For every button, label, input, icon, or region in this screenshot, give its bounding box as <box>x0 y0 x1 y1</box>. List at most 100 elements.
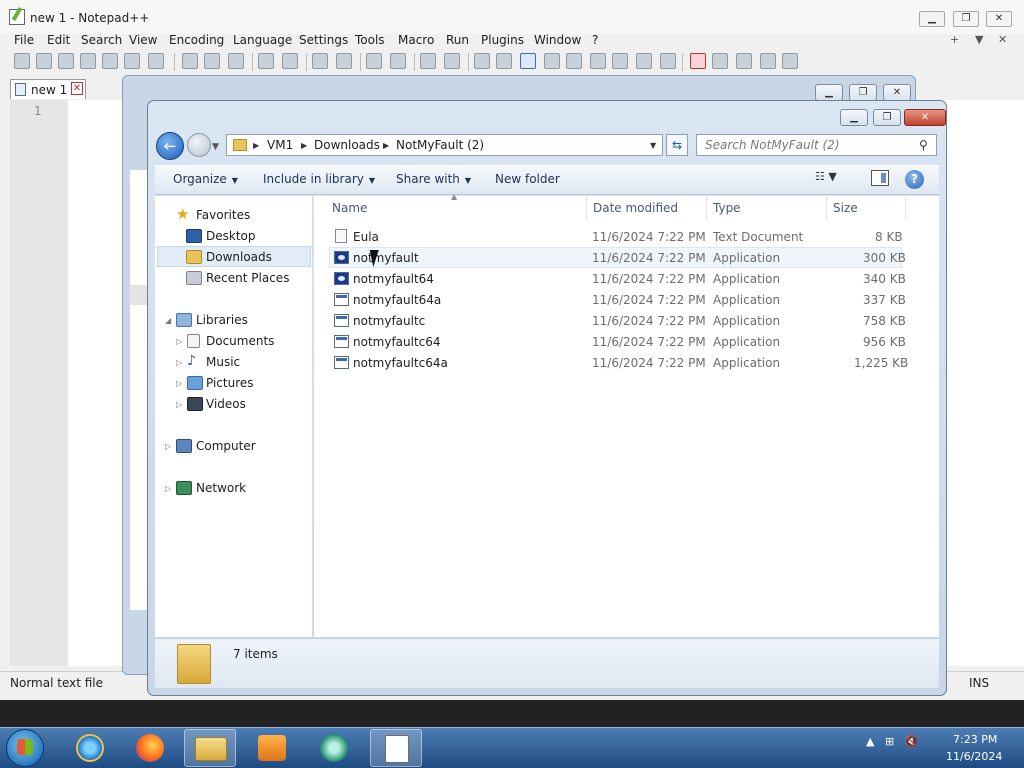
expand-arrow-icon[interactable]: ▷ <box>176 379 182 388</box>
nav-downloads[interactable]: Downloads <box>206 250 272 264</box>
find-icon[interactable] <box>312 53 328 69</box>
nav-libraries[interactable]: Libraries <box>196 313 248 327</box>
menu-edit[interactable]: Edit <box>47 33 70 47</box>
nav-pictures[interactable]: Pictures <box>206 376 254 390</box>
replace-icon[interactable] <box>336 53 352 69</box>
search-icon[interactable]: ⚲ <box>919 138 928 152</box>
menu-run[interactable]: Run <box>446 33 469 47</box>
tab-new-1[interactable]: new 1 ✕ <box>10 79 86 99</box>
notepad-maximize-button[interactable]: ❐ <box>953 11 979 27</box>
expand-arrow-icon[interactable]: ▷ <box>176 337 182 346</box>
close-icon[interactable] <box>102 53 118 69</box>
nav-computer[interactable]: Computer <box>196 439 256 453</box>
monitoring-icon[interactable] <box>660 53 676 69</box>
new-tab-icon[interactable]: + <box>950 33 959 46</box>
nav-network[interactable]: Network <box>196 481 246 495</box>
file-name[interactable]: notmyfault64 <box>353 272 434 286</box>
ghost-minimize-button[interactable]: ▁ <box>815 84 843 101</box>
show-all-chars-icon[interactable] <box>496 53 512 69</box>
nav-favorites[interactable]: Favorites <box>196 208 250 222</box>
column-header-date-modified[interactable]: Date modified <box>593 201 678 215</box>
cut-icon[interactable] <box>182 53 198 69</box>
udl-icon[interactable] <box>544 53 560 69</box>
ghost-maximize-button[interactable]: ❐ <box>849 84 877 101</box>
organize-button[interactable]: Organize ▼ <box>173 172 238 186</box>
function-list-icon[interactable] <box>612 53 628 69</box>
notepad-close-button[interactable]: ✕ <box>986 11 1012 27</box>
redo-icon[interactable] <box>282 53 298 69</box>
file-name[interactable]: notmyfault <box>353 251 419 265</box>
preview-pane-icon[interactable] <box>871 170 889 186</box>
expand-arrow-icon[interactable]: ▷ <box>165 442 171 451</box>
taskbar-app-circle[interactable] <box>308 729 360 767</box>
ghost-close-button[interactable]: ✕ <box>883 84 911 101</box>
notepad-minimize-button[interactable]: ▁ <box>919 11 945 27</box>
menu-tools[interactable]: Tools <box>355 33 385 47</box>
search-box[interactable]: Search NotMyFault (2) ⚲ <box>696 134 937 156</box>
nav-documents[interactable]: Documents <box>206 334 274 348</box>
refresh-button[interactable]: ⇆ <box>666 134 688 156</box>
menu-macro[interactable]: Macro <box>398 33 434 47</box>
breadcrumb-downloads[interactable]: Downloads <box>314 138 380 152</box>
file-name[interactable]: notmyfaultc64a <box>353 356 448 370</box>
menu-plugins[interactable]: Plugins <box>481 33 524 47</box>
explorer-minimize-button[interactable]: ▁ <box>840 109 868 126</box>
indent-guide-icon[interactable] <box>520 53 536 69</box>
breadcrumb-current-folder[interactable]: NotMyFault (2) <box>396 138 484 152</box>
change-view-button[interactable]: ☷ ▼ <box>815 170 855 188</box>
file-name[interactable]: notmyfaultc <box>353 314 425 328</box>
column-header-size[interactable]: Size <box>833 201 858 215</box>
doc-list-icon[interactable] <box>590 53 606 69</box>
menu-search[interactable]: Search <box>81 33 122 47</box>
nav-videos[interactable]: Videos <box>206 397 246 411</box>
undo-icon[interactable] <box>258 53 274 69</box>
clock-time[interactable]: 7:23 PM <box>953 733 997 746</box>
share-with-button[interactable]: Share with ▼ <box>396 172 471 186</box>
save-icon[interactable] <box>58 53 74 69</box>
file-name[interactable]: Eula <box>353 230 379 244</box>
explorer-maximize-button[interactable]: ❐ <box>873 109 901 126</box>
clock-date[interactable]: 11/6/2024 <box>946 750 1002 763</box>
taskbar-notepad-plus-plus[interactable] <box>370 729 422 767</box>
back-button[interactable]: ← <box>156 132 184 160</box>
column-header-type[interactable]: Type <box>713 201 741 215</box>
system-tray[interactable]: ▲ ⊞ 🔇 <box>866 735 918 748</box>
word-wrap-icon[interactable] <box>474 53 490 69</box>
run-macro-multiple-icon[interactable] <box>760 53 776 69</box>
nav-desktop[interactable]: Desktop <box>206 229 256 243</box>
breadcrumb-arrow-icon[interactable]: ▶ <box>301 141 307 150</box>
breadcrumb-arrow-icon[interactable]: ▶ <box>383 141 389 150</box>
stop-macro-icon[interactable] <box>712 53 728 69</box>
forward-button[interactable] <box>187 133 211 157</box>
tab-list-icon[interactable]: ▼ <box>975 33 983 46</box>
close-doc-icon[interactable]: ✕ <box>998 33 1007 46</box>
save-macro-icon[interactable] <box>782 53 798 69</box>
search-input[interactable]: Search NotMyFault (2) <box>705 138 840 152</box>
column-header-name[interactable]: Name <box>332 201 367 215</box>
play-macro-icon[interactable] <box>736 53 752 69</box>
nav-music[interactable]: Music <box>206 355 240 369</box>
folder-workspace-icon[interactable] <box>636 53 652 69</box>
print-icon[interactable] <box>148 53 164 69</box>
menu-view[interactable]: View <box>129 33 157 47</box>
collapse-arrow-icon[interactable]: ◢ <box>165 316 171 325</box>
close-all-icon[interactable] <box>124 53 140 69</box>
zoom-in-icon[interactable] <box>366 53 382 69</box>
menu-language[interactable]: Language <box>233 33 292 47</box>
recent-pages-dropdown-icon[interactable]: ▼ <box>212 142 219 152</box>
status-insert-mode[interactable]: INS <box>969 676 989 690</box>
menu-file[interactable]: File <box>14 33 34 47</box>
start-button[interactable] <box>6 729 44 767</box>
sync-vertical-icon[interactable] <box>420 53 436 69</box>
save-all-icon[interactable] <box>80 53 96 69</box>
breadcrumb-vm1[interactable]: VM1 <box>267 138 293 152</box>
expand-arrow-icon[interactable]: ▷ <box>165 484 171 493</box>
menu-encoding[interactable]: Encoding <box>169 33 224 47</box>
copy-icon[interactable] <box>204 53 220 69</box>
breadcrumb-arrow-icon[interactable]: ▶ <box>253 141 259 150</box>
taskbar-internet-explorer[interactable] <box>64 729 116 767</box>
help-icon[interactable]: ? <box>905 170 924 189</box>
nav-recent-places[interactable]: Recent Places <box>206 271 289 285</box>
file-name[interactable]: notmyfaultc64 <box>353 335 441 349</box>
expand-arrow-icon[interactable]: ▷ <box>176 400 182 409</box>
